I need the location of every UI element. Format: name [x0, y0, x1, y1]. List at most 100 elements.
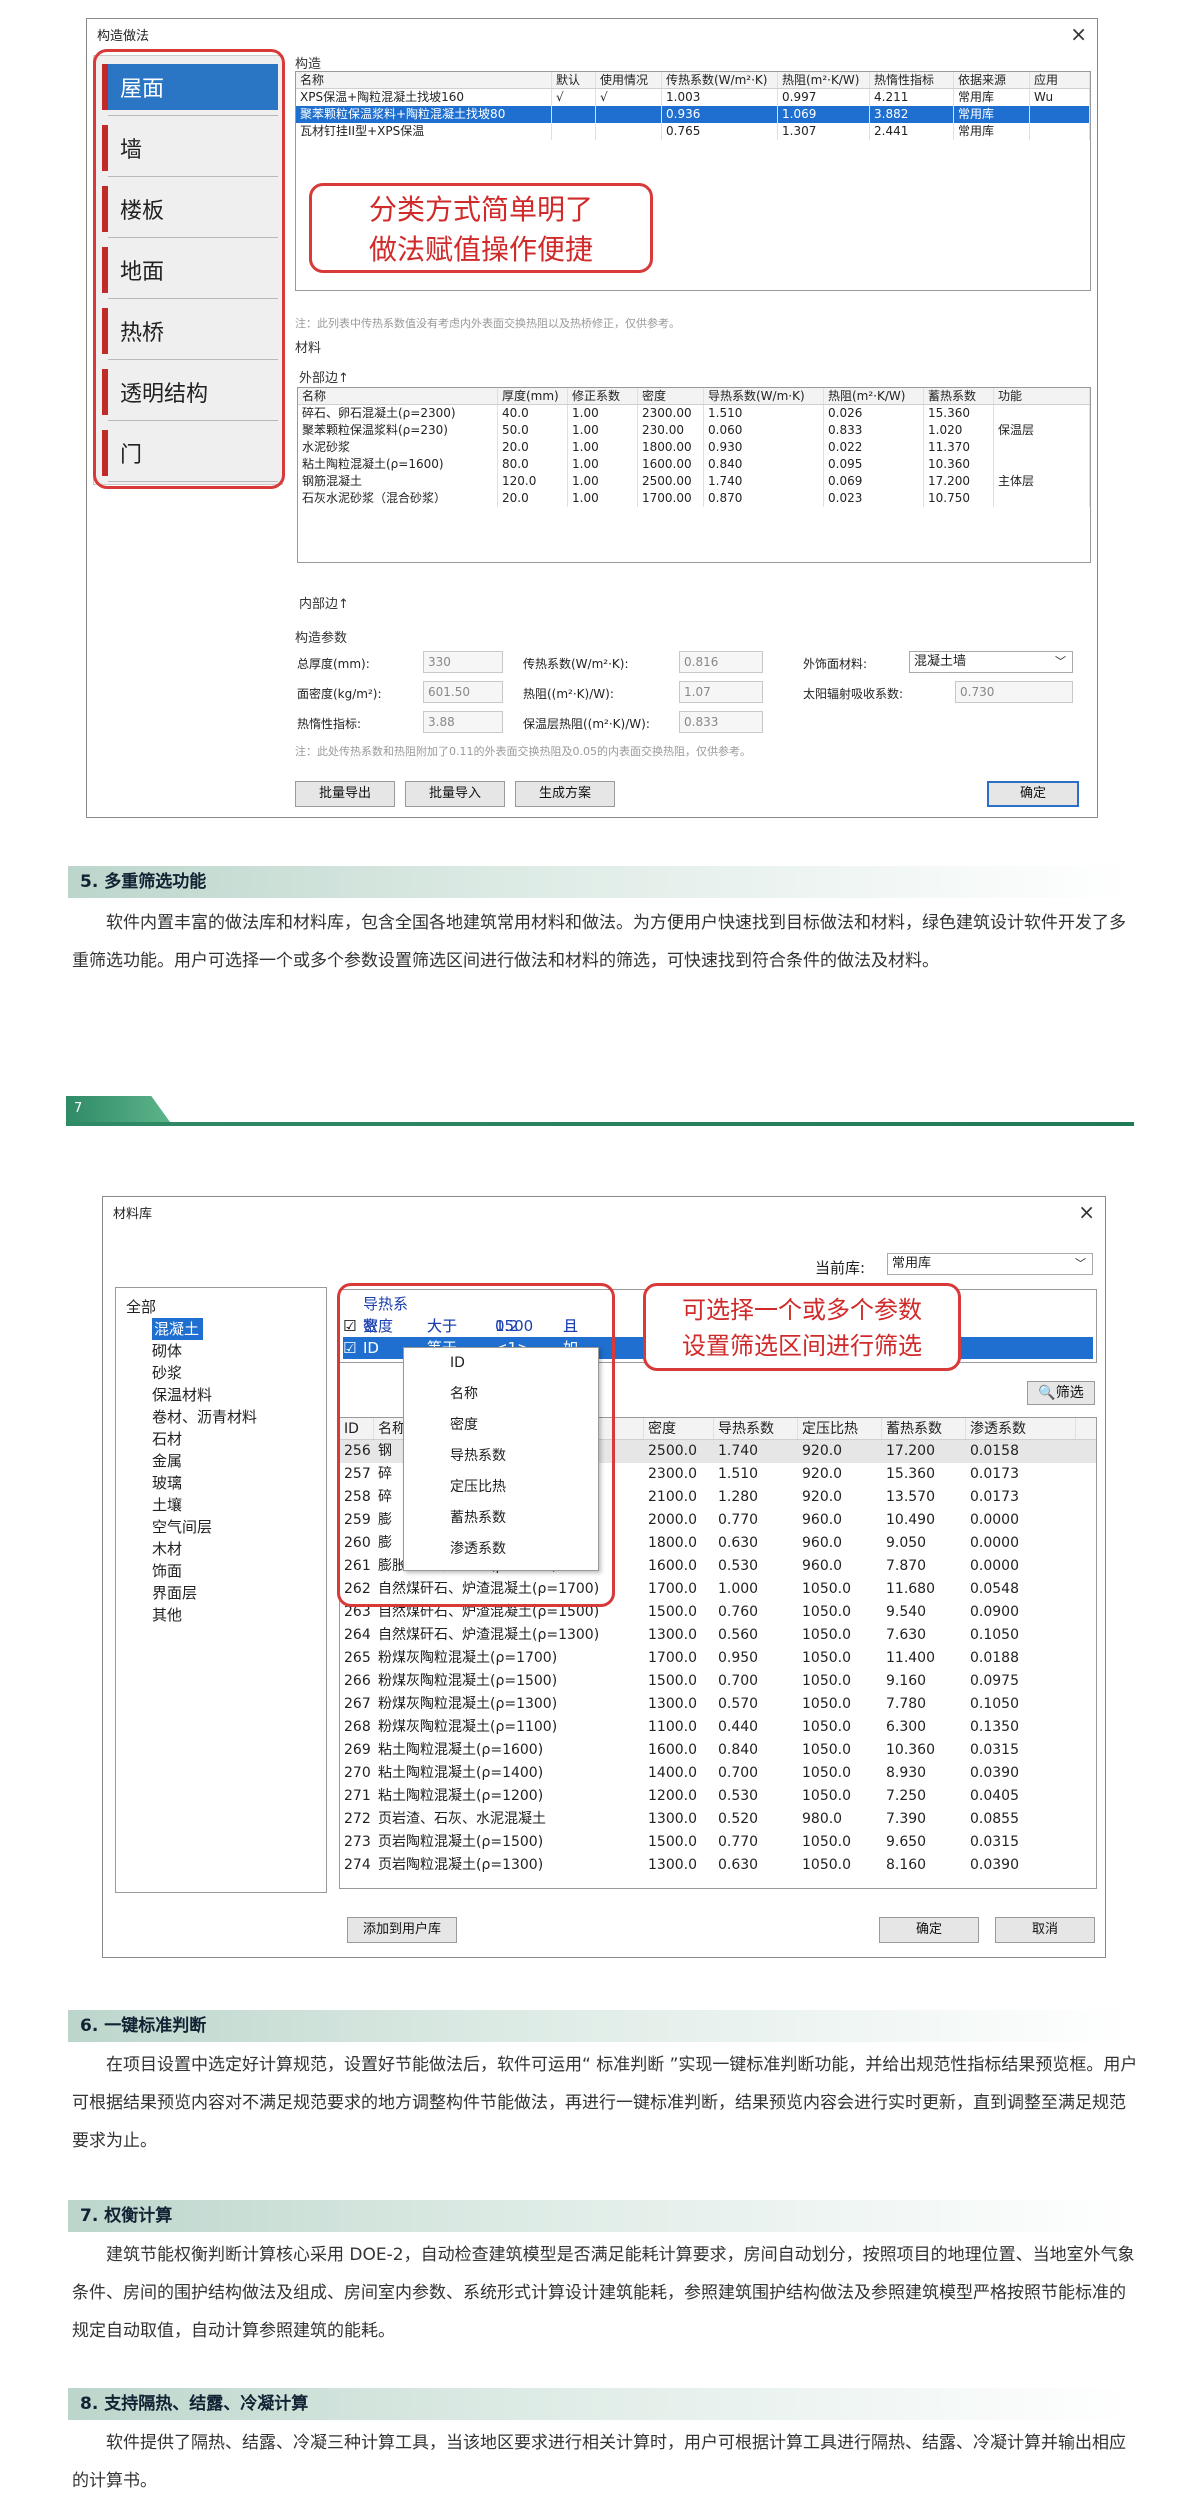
- column-header[interactable]: 导热系数(W/m·K): [704, 388, 824, 404]
- generate-plan-button[interactable]: 生成方案: [515, 781, 615, 807]
- tree-item[interactable]: 界面层: [126, 1582, 326, 1604]
- table-row[interactable]: 272 页岩渣、石灰、水泥混凝土 1300.0 0.520 980.0 7.390 0.08…: [340, 1808, 1096, 1831]
- tree-item[interactable]: 砂浆: [126, 1362, 326, 1384]
- column-header[interactable]: 默认: [552, 72, 596, 88]
- heat-transfer-label: 传热系数(W/m²·K):: [523, 657, 629, 671]
- cell: 17.200: [924, 473, 994, 490]
- thermal-inertia-field[interactable]: 3.88: [423, 711, 503, 733]
- cell: 0.560: [718, 1627, 759, 1643]
- close-icon[interactable]: ×: [1078, 1202, 1095, 1222]
- cell: 0.700: [718, 1765, 759, 1781]
- table-row[interactable]: 碎石、卵石混凝土(ρ=2300) 40.0 1.00 2300.00 1.510 0.02…: [298, 405, 1090, 422]
- total-thickness-label: 总厚度(mm):: [297, 657, 370, 671]
- table-row[interactable]: 269 粘土陶粒混凝土(ρ=1600) 1600.0 0.840 1050.0 10.36…: [340, 1739, 1096, 1762]
- tree-root[interactable]: 全部: [126, 1296, 326, 1318]
- table-row[interactable]: 水泥砂浆 20.0 1.00 1800.00 0.930 0.022 11.370: [298, 439, 1090, 456]
- tree-item[interactable]: 饰面: [126, 1560, 326, 1582]
- thermal-resistance-field[interactable]: 1.07: [679, 681, 763, 703]
- cell: 0.765: [662, 123, 778, 140]
- column-header[interactable]: 密度: [638, 388, 704, 404]
- current-library-select[interactable]: 常用库 ﹀: [887, 1253, 1093, 1275]
- table-row[interactable]: XPS保温+陶粒混凝土找坡160 √ √ 1.003 0.997 4.211 常…: [296, 89, 1090, 106]
- tree-item[interactable]: 玻璃: [126, 1472, 326, 1494]
- table-row[interactable]: 267 粉煤灰陶粒混凝土(ρ=1300) 1300.0 0.570 1050.0 7.78…: [340, 1693, 1096, 1716]
- cell: 2500.0: [648, 1443, 697, 1459]
- batch-export-button[interactable]: 批量导出: [295, 781, 395, 807]
- surface-density-field[interactable]: 601.50: [423, 681, 503, 703]
- close-icon[interactable]: ×: [1070, 24, 1087, 44]
- tree-item[interactable]: 土壤: [126, 1494, 326, 1516]
- cell: 920.0: [802, 1466, 843, 1482]
- table-row[interactable]: 274 页岩陶粒混凝土(ρ=1300) 1300.0 0.630 1050.0 8.160…: [340, 1854, 1096, 1877]
- tree-item[interactable]: 其他: [126, 1604, 326, 1626]
- column-header[interactable]: 蓄热系数: [882, 1418, 966, 1439]
- solar-absorption-label: 太阳辐射吸收系数:: [803, 687, 904, 701]
- ok-button[interactable]: 确定: [879, 1917, 979, 1943]
- cell: 960.0: [802, 1512, 843, 1528]
- insulation-resistance-field[interactable]: 0.833: [679, 711, 763, 733]
- table-row[interactable]: 瓦材钉挂II型+XPS保温 0.765 1.307 2.441 常用库: [296, 123, 1090, 140]
- column-header[interactable]: 功能: [994, 388, 1090, 404]
- table-row[interactable]: 270 粘土陶粒混凝土(ρ=1400) 1400.0 0.700 1050.0 8.930…: [340, 1762, 1096, 1785]
- table-row[interactable]: 266 粉煤灰陶粒混凝土(ρ=1500) 1500.0 0.700 1050.0 9.16…: [340, 1670, 1096, 1693]
- cell: 1050.0: [802, 1788, 851, 1804]
- cancel-button[interactable]: 取消: [995, 1917, 1095, 1943]
- table-row-selected[interactable]: 聚苯颗粒保温浆料+陶粒混凝土找坡80 0.936 1.069 3.882 常用库: [296, 106, 1090, 123]
- column-header[interactable]: 热阻(m²·K/W): [824, 388, 924, 404]
- table-row[interactable]: 265 粉煤灰陶粒混凝土(ρ=1700) 1700.0 0.950 1050.0 11.4…: [340, 1647, 1096, 1670]
- cell: 0.095: [824, 456, 924, 473]
- tree-item[interactable]: 砌体: [126, 1340, 326, 1362]
- cell: 7.250: [886, 1788, 927, 1804]
- batch-import-button[interactable]: 批量导入: [405, 781, 505, 807]
- tree-item[interactable]: 保温材料: [126, 1384, 326, 1406]
- cell: 1100.0: [648, 1719, 697, 1735]
- ok-button[interactable]: 确定: [987, 781, 1079, 807]
- column-header[interactable]: 传热系数(W/m²·K): [662, 72, 778, 88]
- add-to-user-library-button[interactable]: 添加到用户库: [347, 1917, 457, 1943]
- column-header[interactable]: 厚度(mm): [498, 388, 568, 404]
- tree-item[interactable]: 金属: [126, 1450, 326, 1472]
- column-header[interactable]: 热惰性指标: [870, 72, 954, 88]
- cell: 0.0158: [970, 1443, 1019, 1459]
- filter-highlight: [337, 1283, 615, 1607]
- column-header[interactable]: 名称: [296, 72, 552, 88]
- solar-absorption-field[interactable]: 0.730: [955, 681, 1073, 703]
- column-header[interactable]: 密度: [644, 1418, 714, 1439]
- column-header[interactable]: 应用: [1030, 72, 1090, 88]
- column-header[interactable]: 使用情况: [596, 72, 662, 88]
- tree-item[interactable]: 石材: [126, 1428, 326, 1450]
- cell: √: [596, 89, 662, 106]
- cell: 0.770: [718, 1834, 759, 1850]
- tree-item[interactable]: 卷材、沥青材料: [126, 1406, 326, 1428]
- table-row[interactable]: 聚苯颗粒保温浆料(ρ=230) 50.0 1.00 230.00 0.060 0.833 1…: [298, 422, 1090, 439]
- total-thickness-field[interactable]: 330: [423, 651, 503, 673]
- column-header[interactable]: 修正系数: [568, 388, 638, 404]
- filter-button[interactable]: 🔍筛选: [1027, 1381, 1095, 1405]
- table-row[interactable]: 268 粉煤灰陶粒混凝土(ρ=1100) 1100.0 0.440 1050.0 6.30…: [340, 1716, 1096, 1739]
- tree-item[interactable]: 空气间层: [126, 1516, 326, 1538]
- cell: 1600.00: [638, 456, 704, 473]
- column-header[interactable]: 定压比热: [798, 1418, 882, 1439]
- cell: 0.026: [824, 405, 924, 422]
- column-header[interactable]: 渗透系数: [966, 1418, 1076, 1439]
- table-row[interactable]: 271 粘土陶粒混凝土(ρ=1200) 1200.0 0.530 1050.0 7.250…: [340, 1785, 1096, 1808]
- table-row[interactable]: 石灰水泥砂浆（混合砂浆） 20.0 1.00 1700.00 0.870 0.023 10.…: [298, 490, 1090, 507]
- cell: 1.307: [778, 123, 870, 140]
- table-row[interactable]: 粘土陶粒混凝土(ρ=1600) 80.0 1.00 1600.00 0.840 0.095…: [298, 456, 1090, 473]
- tree-item[interactable]: 木材: [126, 1538, 326, 1560]
- cell: 9.050: [886, 1535, 927, 1551]
- finish-material-select[interactable]: 混凝土墙 ﹀: [909, 651, 1073, 673]
- column-header[interactable]: 热阻(m²·K/W): [778, 72, 870, 88]
- cell: 自然煤矸石、炉渣混凝土(ρ=1300): [378, 1627, 600, 1643]
- cell: 40.0: [498, 405, 568, 422]
- column-header[interactable]: 依据来源: [954, 72, 1030, 88]
- column-header[interactable]: 名称: [298, 388, 498, 404]
- column-header[interactable]: 导热系数: [714, 1418, 798, 1439]
- table-row[interactable]: 264 自然煤矸石、炉渣混凝土(ρ=1300) 1300.0 0.560 1050.0 7…: [340, 1624, 1096, 1647]
- column-header[interactable]: 蓄热系数: [924, 388, 994, 404]
- table-row[interactable]: 钢筋混凝土 120.0 1.00 2500.00 1.740 0.069 17.200 主体层: [298, 473, 1090, 490]
- tree-item[interactable]: 混凝土: [152, 1318, 204, 1340]
- table-row[interactable]: 273 页岩陶粒混凝土(ρ=1500) 1500.0 0.770 1050.0 9.650…: [340, 1831, 1096, 1854]
- heat-transfer-field[interactable]: 0.816: [679, 651, 763, 673]
- cell: 1300.0: [648, 1627, 697, 1643]
